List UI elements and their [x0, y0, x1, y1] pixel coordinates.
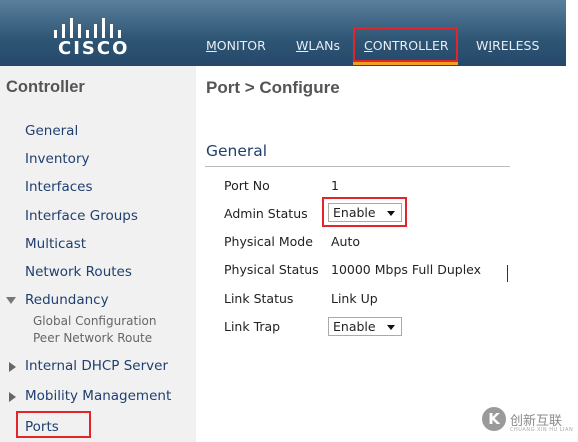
sidebar: Controller General Inventory Interfaces …	[0, 66, 196, 442]
sidebar-item-multicast[interactable]: Multicast	[25, 236, 86, 252]
sidebar-item-inventory[interactable]: Inventory	[25, 151, 89, 167]
sidebar-item-redundancy[interactable]: Redundancy	[25, 292, 109, 308]
section-divider	[205, 166, 510, 167]
sidebar-subitem-peer-network-route[interactable]: Peer Network Route	[33, 331, 152, 345]
expand-right-icon[interactable]	[9, 392, 16, 402]
physical-mode-label: Physical Mode	[224, 234, 313, 249]
link-status-label: Link Status	[224, 291, 294, 306]
sidebar-title: Controller	[6, 78, 85, 96]
admin-status-highlight-box	[322, 197, 407, 227]
cisco-logo-text: CISCO	[58, 38, 130, 59]
admin-status-label: Admin Status	[224, 206, 308, 221]
expand-right-icon[interactable]	[9, 362, 16, 372]
link-trap-value: Enable	[333, 319, 376, 334]
nav-wireless[interactable]: WIRELESS	[476, 38, 539, 53]
ports-highlight-box	[16, 411, 91, 438]
sidebar-item-mobility-management[interactable]: Mobility Management	[25, 388, 171, 404]
controller-highlight-box	[353, 27, 458, 62]
watermark-subtext: CHUANG XIN HU LIAN	[510, 427, 574, 433]
top-navigation-bar: CISCO MONITOR WLANs CONTROLLER WIRELESS	[0, 0, 566, 66]
physical-status-value: 10000 Mbps Full Duplex	[331, 262, 482, 277]
port-no-label: Port No	[224, 178, 270, 193]
port-no-value: 1	[331, 178, 339, 193]
sidebar-item-network-routes[interactable]: Network Routes	[25, 264, 132, 280]
active-tab-indicator	[353, 62, 458, 65]
page-title: Port > Configure	[206, 78, 340, 97]
physical-status-label: Physical Status	[224, 262, 319, 277]
expand-down-icon[interactable]	[6, 297, 16, 304]
sidebar-item-general[interactable]: General	[25, 123, 78, 139]
dropdown-arrow-icon	[387, 325, 395, 330]
link-status-value: Link Up	[331, 291, 378, 306]
nav-wlans[interactable]: WLANs	[296, 38, 340, 53]
section-title: General	[206, 142, 268, 160]
cisco-logo[interactable]: CISCO	[50, 12, 140, 60]
sidebar-item-interface-groups[interactable]: Interface Groups	[25, 208, 138, 224]
nav-monitor[interactable]: MONITOR	[206, 38, 266, 53]
sidebar-item-interfaces[interactable]: Interfaces	[25, 179, 92, 195]
physical-mode-value: Auto	[331, 234, 361, 249]
sidebar-item-internal-dhcp-server[interactable]: Internal DHCP Server	[25, 358, 168, 374]
watermark-logo-icon: K	[482, 407, 506, 431]
sidebar-subitem-global-configuration[interactable]: Global Configuration	[33, 314, 156, 328]
link-trap-select[interactable]: Enable	[328, 317, 402, 336]
text-cursor	[507, 265, 508, 282]
link-trap-label: Link Trap	[224, 319, 281, 334]
cisco-logo-bars-icon	[54, 16, 134, 38]
